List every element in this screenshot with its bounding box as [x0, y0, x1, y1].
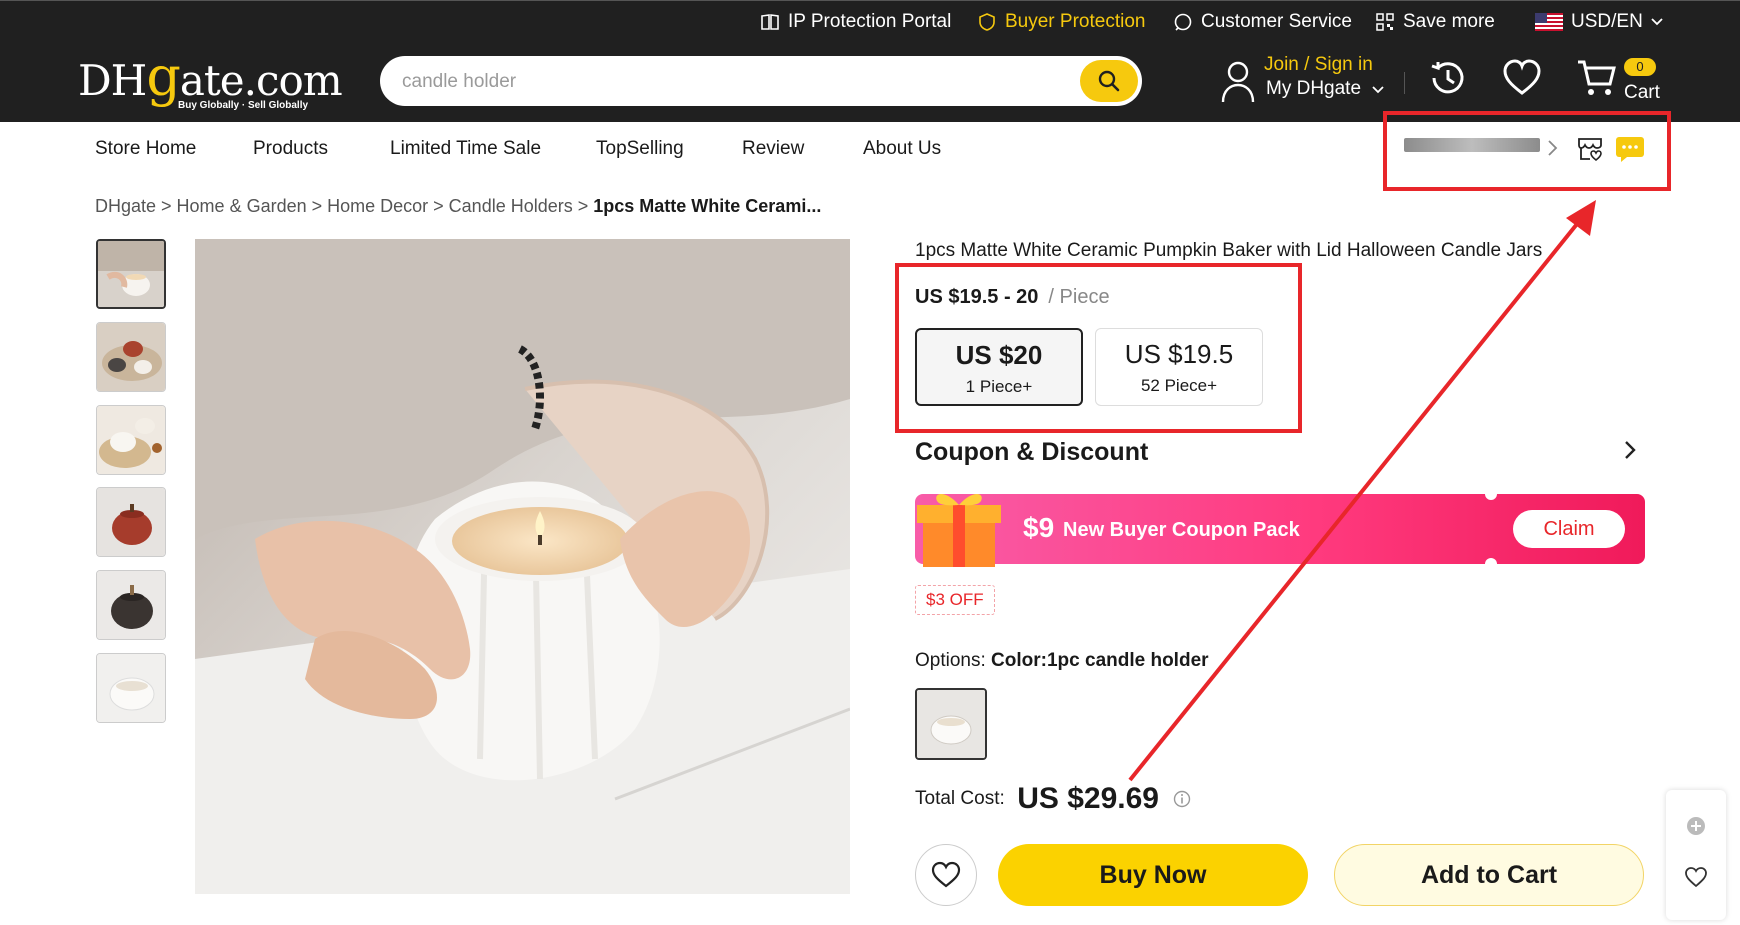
save-more-label: Save more — [1403, 11, 1495, 32]
thumbnail-image — [97, 654, 165, 722]
chevron-down-icon — [1372, 86, 1384, 94]
options-label-text: Options: — [915, 650, 986, 671]
currency-label: USD/EN — [1571, 11, 1643, 32]
options-label: Options: Color:1pc candle holder — [915, 650, 1209, 672]
discount-tag[interactable]: $3 OFF — [915, 585, 995, 615]
chat-bubble-icon — [1174, 13, 1192, 31]
wishlist-button[interactable] — [1502, 58, 1542, 98]
ip-protection-link[interactable]: IP Protection Portal — [760, 1, 951, 43]
annotation-box-price — [895, 263, 1302, 433]
product-thumbnail[interactable] — [96, 405, 166, 475]
plus-circle-icon[interactable] — [1686, 816, 1706, 836]
total-cost-label: Total Cost: — [915, 788, 1005, 809]
product-photo — [195, 239, 850, 894]
search-input[interactable] — [400, 56, 1044, 108]
heart-icon — [1503, 59, 1541, 95]
chevron-down-icon — [1651, 18, 1663, 26]
annotation-box-seller — [1383, 111, 1671, 191]
cart-label[interactable]: Cart — [1624, 82, 1660, 104]
chevron-right-icon[interactable] — [1622, 438, 1638, 462]
nav-about-us[interactable]: About Us — [863, 138, 941, 160]
nav-products[interactable]: Products — [253, 138, 328, 160]
search-bar — [380, 56, 1142, 108]
heart-icon[interactable] — [1684, 866, 1708, 888]
breadcrumb-item[interactable]: Home Decor — [327, 196, 428, 216]
total-cost-value: US $29.69 — [1017, 782, 1159, 815]
shopping-cart-icon — [1578, 60, 1616, 95]
qr-code-icon — [1376, 13, 1394, 31]
claim-button[interactable]: Claim — [1513, 510, 1625, 548]
ticket-notch — [1485, 488, 1497, 500]
us-flag-icon — [1535, 13, 1563, 31]
top-utility-bar: IP Protection Portal Buyer Protection Cu… — [0, 0, 1740, 43]
logo-slogan: Buy Globally · Sell Globally — [178, 100, 309, 111]
thumbnail-image — [98, 241, 164, 307]
product-thumbnail[interactable] — [96, 322, 166, 392]
breadcrumb: DHgate > Home & Garden > Home Decor > Ca… — [95, 196, 822, 216]
add-to-wishlist-button[interactable] — [915, 844, 977, 906]
thumbnail-image — [97, 571, 165, 639]
buyer-protection-link[interactable]: Buyer Protection — [977, 1, 1145, 43]
header-divider — [1404, 72, 1405, 94]
history-clock-icon — [1431, 62, 1464, 94]
product-thumbnail[interactable] — [96, 653, 166, 723]
options-value: Color:1pc candle holder — [991, 650, 1209, 671]
product-thumbnail[interactable] — [96, 487, 166, 557]
cart-button[interactable] — [1576, 58, 1618, 98]
search-button[interactable] — [1080, 60, 1138, 102]
customer-service-link[interactable]: Customer Service — [1173, 1, 1352, 43]
product-title: 1pcs Matte White Ceramic Pumpkin Baker w… — [915, 240, 1543, 261]
add-to-cart-button[interactable]: Add to Cart — [1334, 844, 1644, 906]
cart-count-badge: 0 — [1624, 58, 1656, 76]
shield-icon — [979, 13, 995, 31]
history-button[interactable] — [1428, 58, 1468, 98]
dhgate-logo[interactable]: DHgate.com Buy Globally · Sell Globally — [78, 50, 343, 112]
nav-store-home[interactable]: Store Home — [95, 138, 196, 160]
ticket-notch — [1485, 558, 1497, 570]
thumbnail-image — [97, 406, 165, 474]
my-dhgate-label: My DHgate — [1266, 78, 1362, 99]
nav-review[interactable]: Review — [742, 138, 804, 160]
coupon-banner[interactable]: $9 New Buyer Coupon Pack Claim — [915, 488, 1645, 570]
product-thumbnail[interactable] — [96, 239, 166, 309]
currency-selector[interactable]: USD/EN — [1535, 1, 1663, 43]
book-icon — [761, 14, 779, 30]
color-option-swatch[interactable] — [915, 688, 987, 760]
my-dhgate-link[interactable]: My DHgate — [1266, 78, 1384, 100]
heart-icon — [931, 861, 961, 888]
floating-side-widget — [1666, 790, 1726, 920]
buy-now-button[interactable]: Buy Now — [998, 844, 1308, 906]
search-icon — [1098, 70, 1120, 92]
thumbnail-image — [97, 488, 165, 556]
coupon-amount: $9 — [1023, 512, 1055, 543]
coupon-heading: Coupon & Discount — [915, 438, 1149, 466]
main-product-image[interactable] — [195, 239, 850, 894]
ip-protection-label: IP Protection Portal — [788, 11, 952, 32]
breadcrumb-current: 1pcs Matte White Cerami... — [593, 196, 822, 216]
buyer-protection-label: Buyer Protection — [1005, 11, 1146, 32]
customer-service-label: Customer Service — [1201, 11, 1352, 32]
nav-topselling[interactable]: TopSelling — [596, 138, 684, 160]
total-cost: Total Cost: US $29.69 — [915, 782, 1191, 816]
breadcrumb-item[interactable]: Candle Holders — [449, 196, 573, 216]
swatch-image — [917, 690, 985, 758]
user-icon — [1221, 61, 1255, 103]
product-thumbnail[interactable] — [96, 570, 166, 640]
save-more-link[interactable]: Save more — [1375, 1, 1495, 43]
nav-limited-time-sale[interactable]: Limited Time Sale — [390, 138, 541, 160]
breadcrumb-item[interactable]: DHgate — [95, 196, 156, 216]
coupon-text: New Buyer Coupon Pack — [1063, 519, 1300, 541]
thumbnail-image — [97, 323, 165, 391]
breadcrumb-item[interactable]: Home & Garden — [177, 196, 307, 216]
gift-box-icon — [917, 494, 1001, 567]
main-header: DHgate.com Buy Globally · Sell Globally … — [0, 42, 1740, 122]
info-icon[interactable] — [1173, 790, 1191, 808]
join-sign-in-link[interactable]: Join / Sign in — [1264, 54, 1373, 76]
